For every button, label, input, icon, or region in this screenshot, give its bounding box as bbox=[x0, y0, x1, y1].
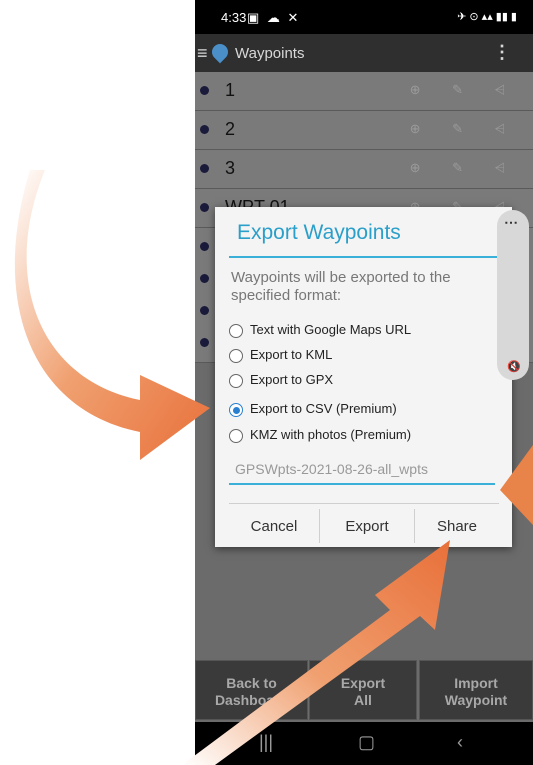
side-arrow-icon bbox=[500, 445, 533, 525]
button-divider bbox=[229, 503, 499, 504]
status-time: 4:33 bbox=[221, 10, 247, 25]
option-google-maps-url[interactable]: Text with Google Maps URL bbox=[229, 321, 499, 343]
volume-panel[interactable]: ⋯ 🔇 bbox=[497, 210, 529, 380]
hamburger-menu-icon[interactable]: ≡ bbox=[197, 43, 208, 64]
filename-field[interactable] bbox=[229, 459, 507, 485]
app-bar: ≡ Waypoints ⋮ bbox=[195, 34, 533, 72]
option-label: Export to KML bbox=[250, 347, 333, 362]
waypoint-row[interactable]: 1 ⊕ ✎ ⩤ bbox=[195, 72, 533, 111]
mute-icon[interactable]: 🔇 bbox=[507, 360, 521, 373]
waypoint-row[interactable]: 2 ⊕ ✎ ⩤ bbox=[195, 111, 533, 150]
option-label: Export to GPX bbox=[250, 372, 334, 387]
status-right-icons: ✈ ⊙ ▴▴ ▮▮ ▮ bbox=[457, 11, 517, 23]
option-kml[interactable]: Export to KML bbox=[229, 346, 499, 368]
option-label: Text with Google Maps URL bbox=[250, 322, 412, 337]
dialog-title: Export Waypoints bbox=[237, 221, 401, 244]
status-bar: 4:33 ▣ ☁ ✕ ✈ ⊙ ▴▴ ▮▮ ▮ bbox=[195, 0, 533, 34]
chevron-down-icon[interactable] bbox=[200, 125, 209, 134]
option-csv[interactable]: Export to CSV (Premium) bbox=[229, 400, 499, 422]
title-divider bbox=[229, 256, 499, 258]
waypoint-actions[interactable]: ⊕ ✎ ⩤ bbox=[410, 82, 519, 98]
option-kmz[interactable]: KMZ with photos (Premium) bbox=[229, 426, 499, 448]
app-title: Waypoints bbox=[235, 45, 305, 62]
chevron-down-icon[interactable] bbox=[200, 86, 209, 95]
waypoint-actions[interactable]: ⊕ ✎ ⩤ bbox=[410, 160, 519, 176]
status-left-icons: ▣ ☁ ✕ bbox=[247, 10, 301, 25]
filename-input[interactable] bbox=[229, 459, 507, 479]
more-icon[interactable]: ⋯ bbox=[504, 214, 518, 231]
option-gpx[interactable]: Export to GPX bbox=[229, 371, 499, 393]
export-waypoints-dialog: Export Waypoints Waypoints will be expor… bbox=[215, 207, 512, 547]
waypoint-actions[interactable]: ⊕ ✎ ⩤ bbox=[410, 121, 519, 137]
dialog-message: Waypoints will be exported to the specif… bbox=[231, 269, 451, 304]
option-label: Export to CSV (Premium) bbox=[250, 401, 397, 416]
app-logo-icon bbox=[208, 40, 232, 64]
waypoint-name: 2 bbox=[225, 119, 236, 139]
curved-arrow-icon bbox=[14, 170, 211, 460]
waypoint-row[interactable]: 3 ⊕ ✎ ⩤ bbox=[195, 150, 533, 189]
diagonal-arrow-icon bbox=[182, 540, 450, 765]
option-label: KMZ with photos (Premium) bbox=[250, 427, 412, 442]
overflow-menu-icon[interactable]: ⋮ bbox=[493, 42, 511, 63]
waypoint-name: 1 bbox=[225, 80, 236, 100]
